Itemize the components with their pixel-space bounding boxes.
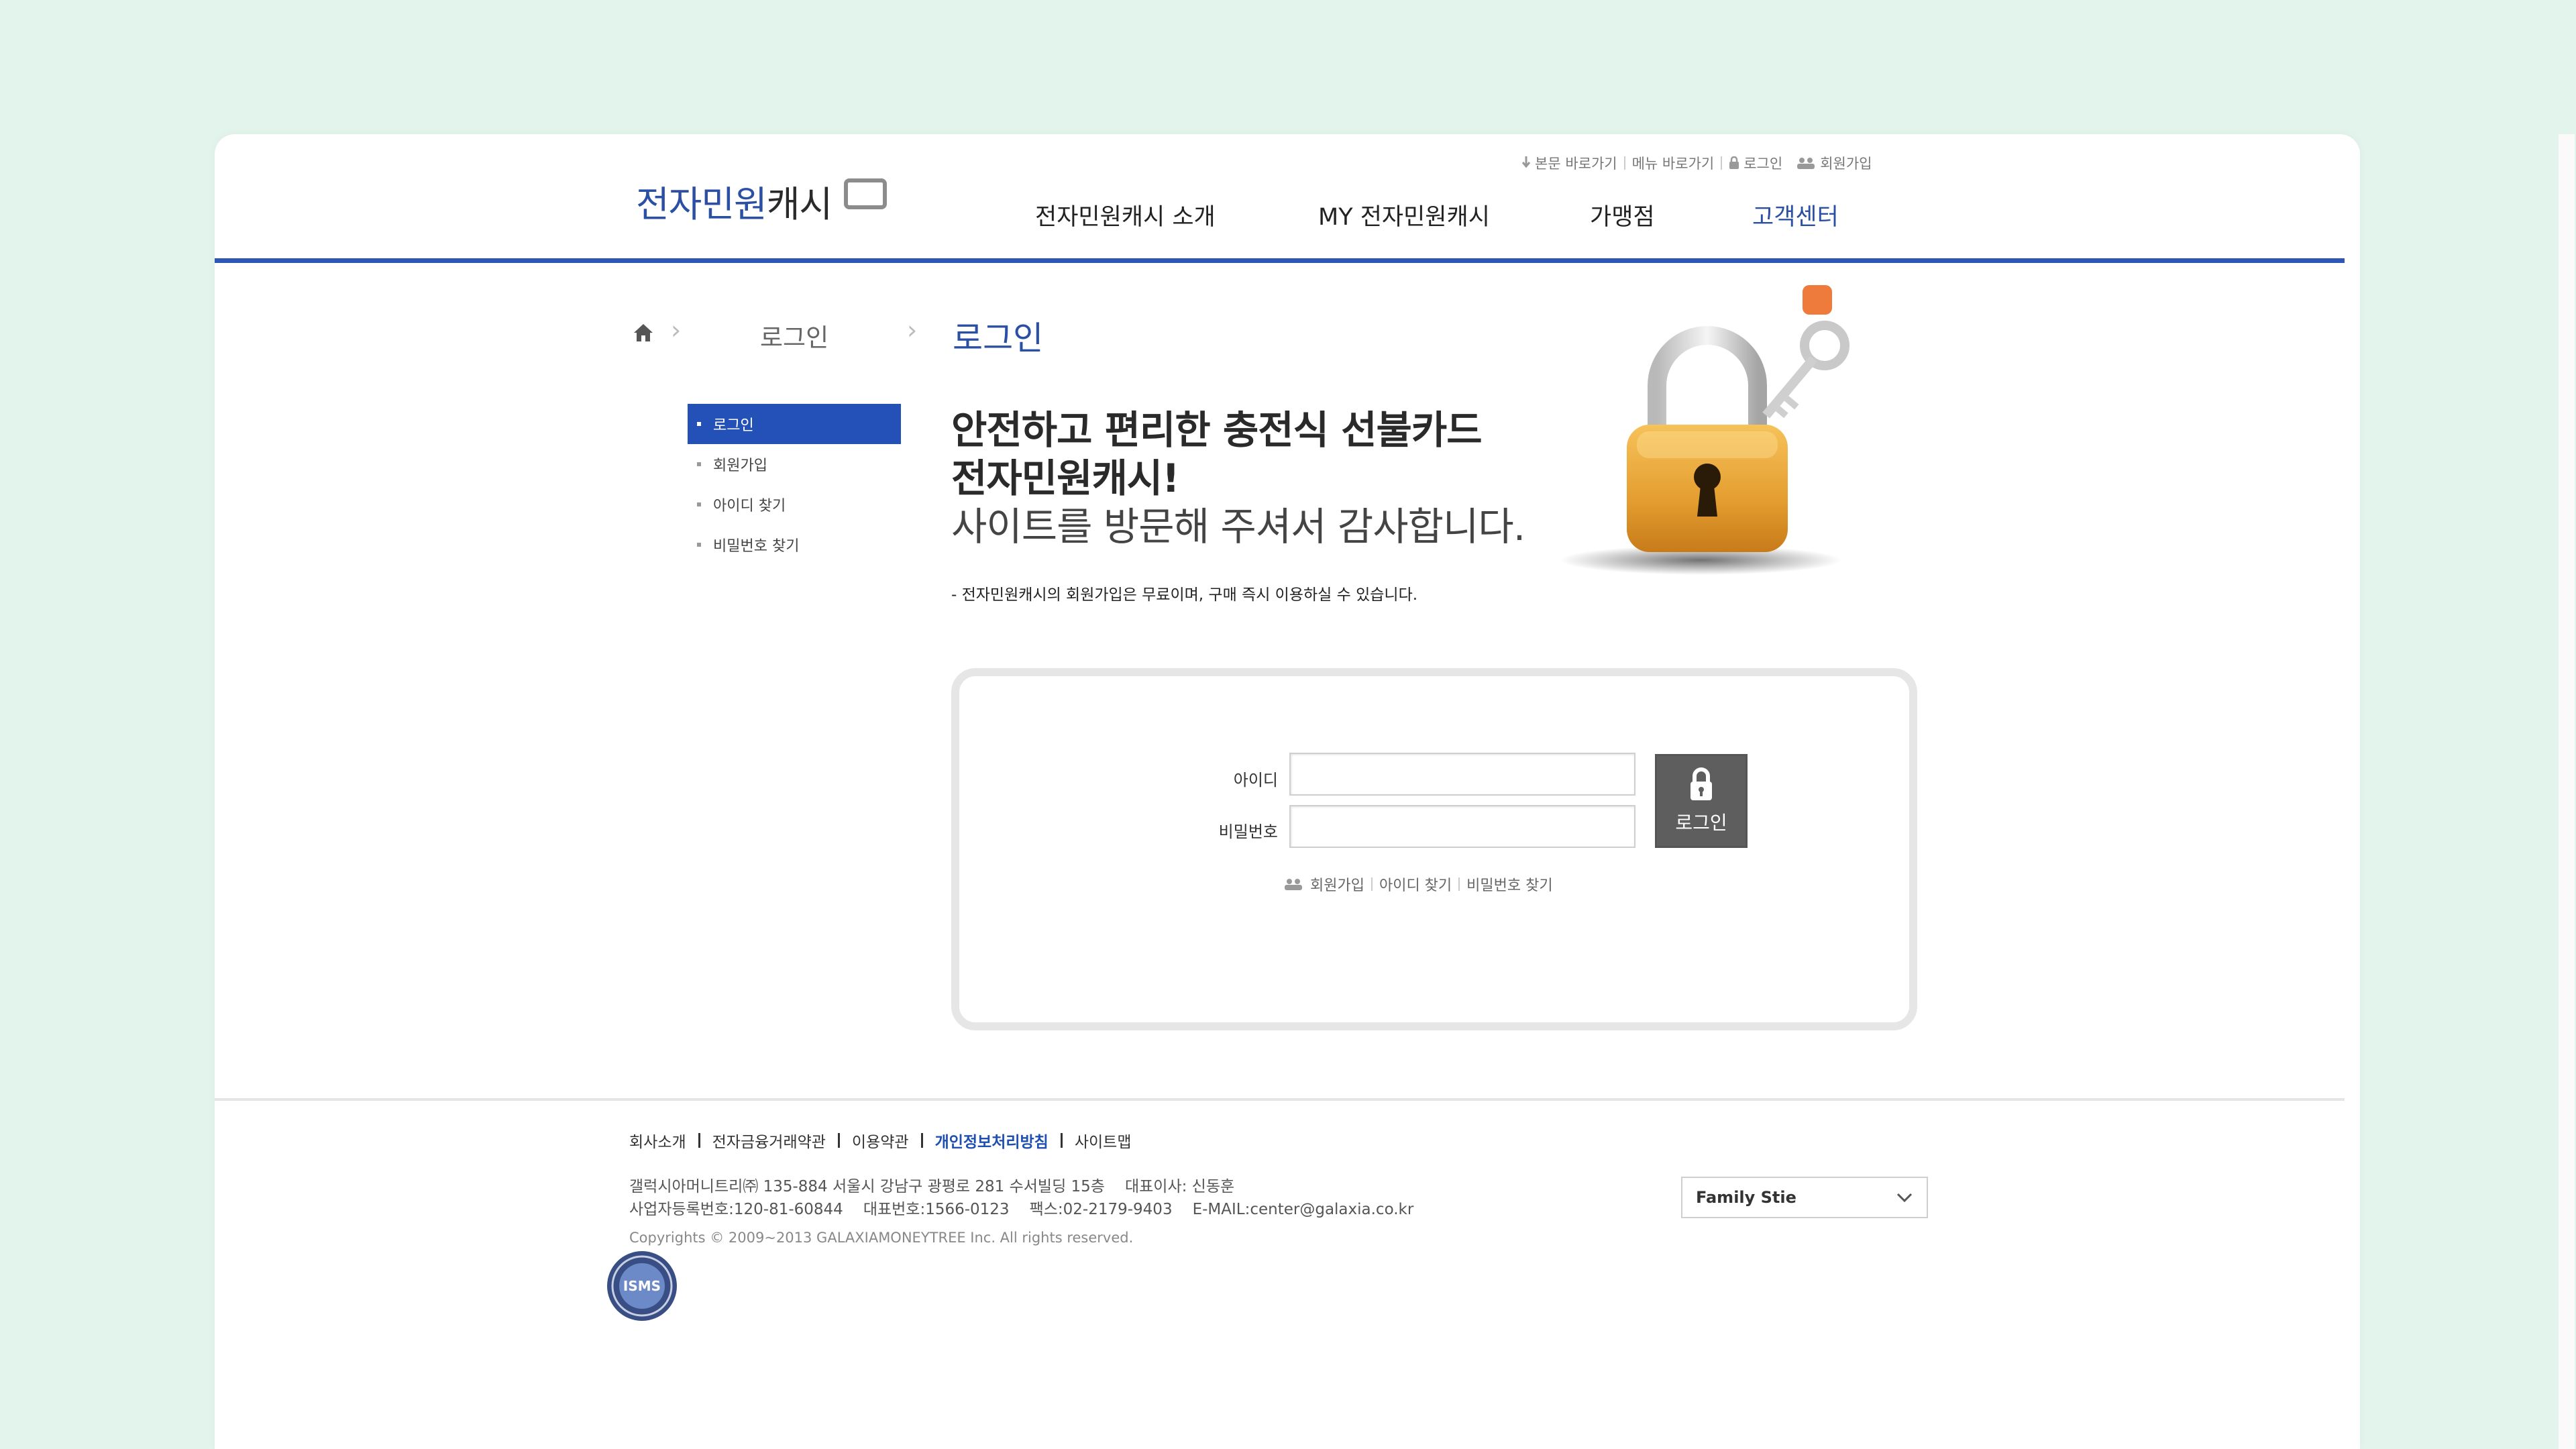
- util-join-link[interactable]: 회원가입: [1789, 153, 1878, 173]
- id-input[interactable]: [1289, 753, 1635, 796]
- chevron-right-icon: ›: [907, 315, 918, 345]
- nav-item-support[interactable]: 고객센터: [1752, 198, 1839, 232]
- logo-text: 전자민원캐시: [636, 183, 833, 225]
- bullet-icon: [697, 502, 701, 506]
- utility-links: 본문 바로가기 메뉴 바로가기 로그인 회원가입: [1515, 153, 1878, 173]
- footer-link-privacy[interactable]: 개인정보처리방침: [923, 1129, 1061, 1152]
- download-arrow-icon: [1521, 156, 1531, 168]
- nav-item-my[interactable]: MY 전자민원캐시: [1318, 198, 1490, 232]
- find-id-link[interactable]: 아이디 찾기: [1373, 873, 1458, 895]
- side-navigation: 로그인 회원가입 아이디 찾기 비밀번호 찾기: [688, 404, 901, 565]
- company-address: 갤럭시아머니트리㈜ 135-884 서울시 강남구 광평로 281 수서빌딩 1…: [629, 1178, 1414, 1218]
- lock-icon: [1690, 767, 1712, 800]
- site-logo[interactable]: 전자민원캐시: [636, 174, 888, 227]
- lock-key-illustration: [1543, 278, 1892, 587]
- header-divider: [215, 258, 2345, 263]
- login-form-panel: [951, 668, 1917, 1030]
- intro-section: 안전하고 편리한 충전식 선불카드 전자민원캐시! 사이트를 방문해 주셔서 감…: [951, 406, 1525, 604]
- util-login-link[interactable]: 로그인: [1722, 153, 1789, 173]
- logo-card-icon: [844, 178, 888, 209]
- users-icon: [1797, 158, 1815, 169]
- chevron-down-icon: [1896, 1193, 1913, 1203]
- join-link[interactable]: 회원가입: [1277, 873, 1371, 895]
- footer-link-sitemap[interactable]: 사이트맵: [1063, 1129, 1144, 1152]
- intro-welcome: 사이트를 방문해 주셔서 감사합니다.: [951, 504, 1525, 549]
- bullet-icon: [697, 462, 701, 466]
- copyright: Copyrights © 2009~2013 GALAXIAMONEYTREE …: [629, 1230, 1134, 1246]
- footer-links: 회사소개 전자금융거래약관 이용약관 개인정보처리방침 사이트맵: [629, 1129, 1143, 1152]
- lnb-item-login[interactable]: 로그인: [688, 404, 901, 444]
- scrollbar-track[interactable]: [2559, 134, 2575, 1449]
- breadcrumb-home[interactable]: [633, 322, 654, 346]
- footer-link-company[interactable]: 회사소개: [629, 1129, 698, 1152]
- id-label: 아이디: [1233, 771, 1278, 790]
- chat-bubble-icon: [1803, 285, 1832, 315]
- family-site-select[interactable]: Family Stie: [1681, 1177, 1928, 1218]
- intro-headline: 안전하고 편리한 충전식 선불카드: [951, 407, 1483, 453]
- skip-to-menu-link[interactable]: 메뉴 바로가기: [1625, 153, 1721, 173]
- skip-to-content-link[interactable]: 본문 바로가기: [1515, 153, 1624, 173]
- intro-note: - 전자민원캐시의 회원가입은 무료이며, 구매 즉시 이용하실 수 있습니다.: [951, 586, 1418, 604]
- lnb-item-find-id[interactable]: 아이디 찾기: [688, 484, 901, 525]
- padlock-icon: [1560, 285, 1849, 575]
- login-button[interactable]: 로그인: [1655, 754, 1748, 848]
- footer-link-finance-terms[interactable]: 전자금융거래약관: [700, 1129, 838, 1152]
- password-label: 비밀번호: [1218, 822, 1278, 841]
- nav-item-merchants[interactable]: 가맹점: [1590, 198, 1655, 232]
- users-icon: [1285, 879, 1302, 890]
- intro-headline-brand: 전자민원캐시!: [951, 455, 1180, 501]
- password-input[interactable]: [1289, 805, 1635, 848]
- bullet-icon: [697, 543, 701, 547]
- page-title: 로그인: [953, 319, 1044, 358]
- lnb-item-join[interactable]: 회원가입: [688, 444, 901, 484]
- isms-badge: ISMS: [605, 1249, 679, 1326]
- footer-divider: [215, 1098, 2345, 1101]
- lnb-item-find-password[interactable]: 비밀번호 찾기: [688, 525, 901, 565]
- login-help-links: 회원가입 아이디 찾기 비밀번호 찾기: [1277, 873, 1560, 895]
- nav-item-intro[interactable]: 전자민원캐시 소개: [1035, 198, 1216, 232]
- breadcrumb-level1[interactable]: 로그인: [760, 317, 828, 354]
- home-icon: [634, 324, 653, 341]
- footer-link-terms[interactable]: 이용약관: [840, 1129, 921, 1152]
- bullet-icon: [697, 422, 701, 426]
- lock-icon: [1729, 156, 1739, 169]
- svg-text:ISMS: ISMS: [623, 1278, 661, 1294]
- find-password-link[interactable]: 비밀번호 찾기: [1460, 873, 1559, 895]
- chevron-right-icon: ›: [671, 315, 682, 345]
- isms-seal-icon: ISMS: [607, 1251, 677, 1321]
